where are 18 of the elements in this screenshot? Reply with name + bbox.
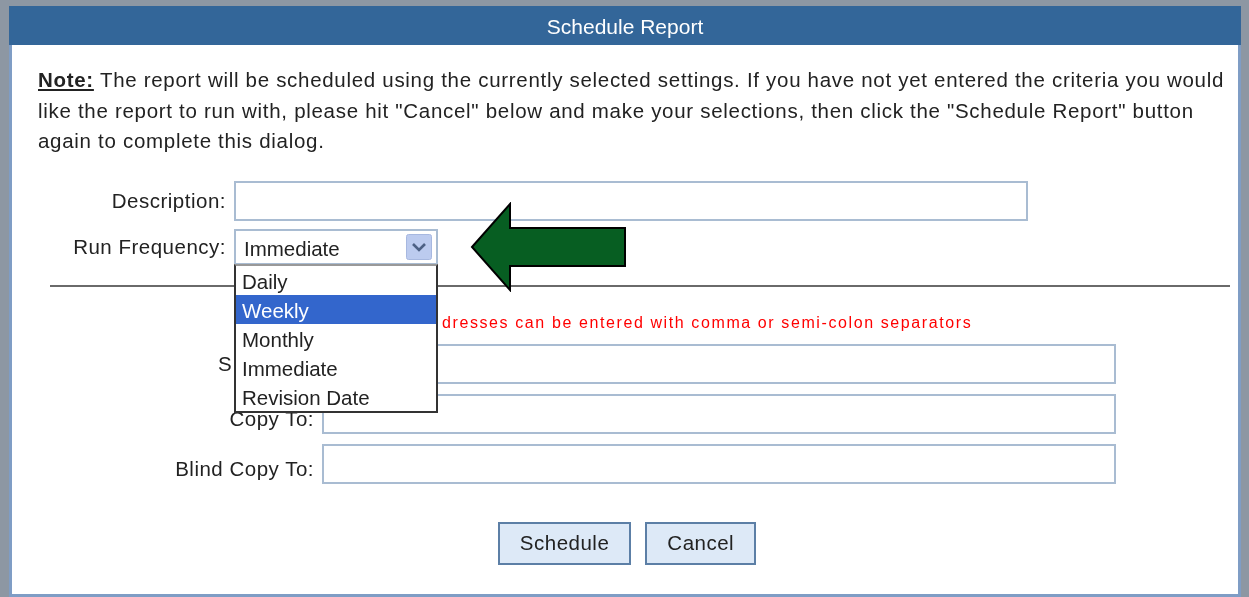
dropdown-option[interactable]: Immediate bbox=[236, 352, 436, 382]
dropdown-option[interactable]: Daily bbox=[236, 265, 436, 295]
email-field[interactable] bbox=[322, 443, 1116, 484]
field-label: Description: bbox=[110, 188, 226, 213]
field-label: S bbox=[218, 351, 233, 376]
dropdown-option[interactable]: Monthly bbox=[236, 323, 436, 353]
dropdown-option[interactable]: Revision Date bbox=[236, 381, 436, 411]
description-field[interactable] bbox=[234, 180, 1028, 221]
field-label: Run Frequency: bbox=[72, 234, 226, 259]
dropdown-option[interactable]: Weekly bbox=[236, 294, 436, 324]
email-hint: dresses can be entered with comma or semi-colon separators bbox=[442, 313, 973, 331]
note-text: Note: The report will be scheduled using the currently selected settings. If you have not yet entered the criteria you would like the report to run with, please hit "Cancel" below and make your selections, then click the "Schedule Report" button again to complete this dialog. bbox=[38, 67, 1226, 154]
dialog-button[interactable]: Schedule bbox=[497, 521, 632, 565]
dialog-title: Schedule Report bbox=[9, 6, 1241, 45]
caret-icon bbox=[406, 233, 432, 260]
email-field[interactable] bbox=[322, 393, 1116, 434]
field-label: Blind Copy To: bbox=[174, 456, 314, 482]
dialog-button[interactable]: Cancel bbox=[645, 521, 757, 565]
